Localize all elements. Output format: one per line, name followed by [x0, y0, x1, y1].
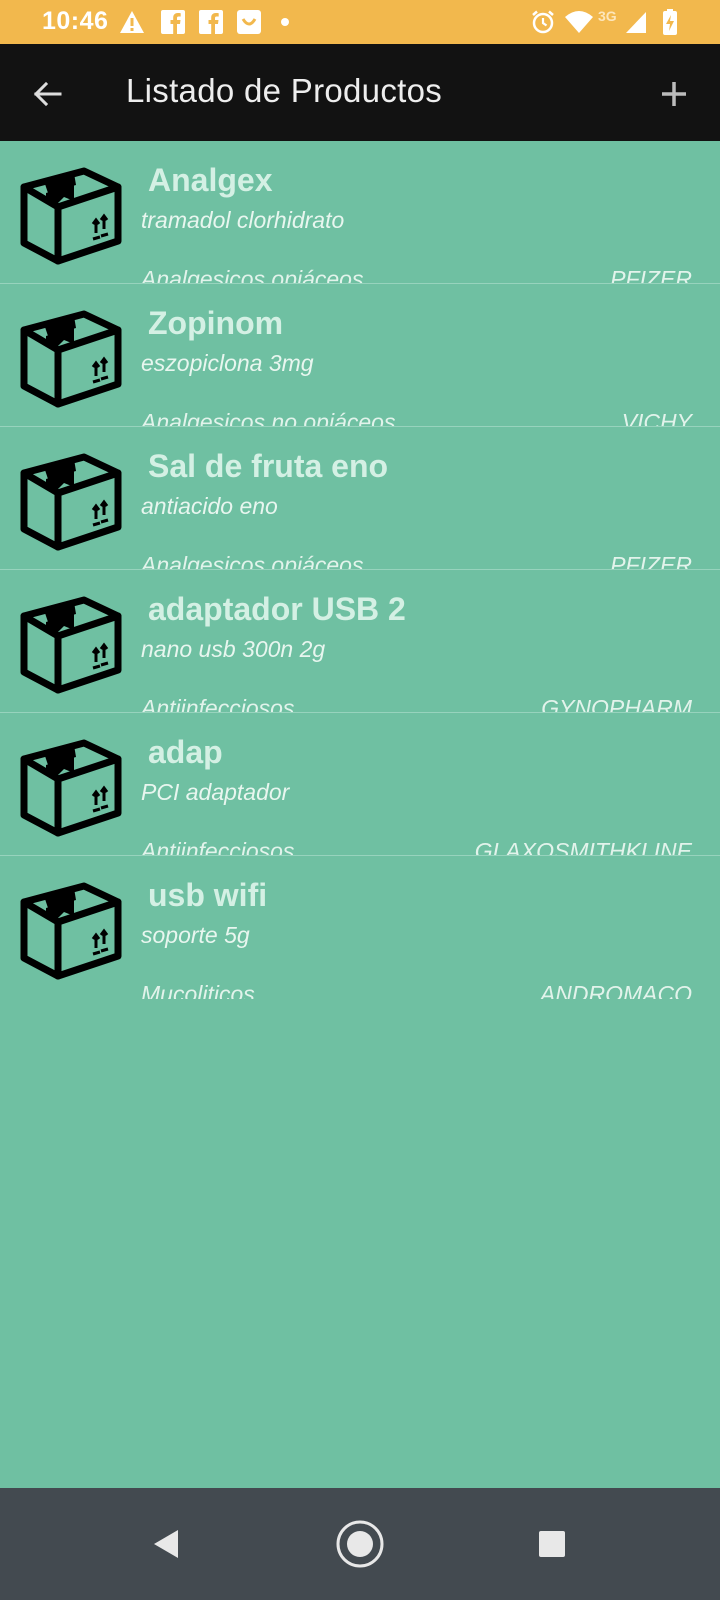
product-category: Analgesicos opiáceos [141, 266, 364, 284]
recents-square-icon[interactable] [524, 1516, 580, 1572]
package-box-icon [16, 443, 126, 553]
package-box-icon [16, 157, 126, 267]
package-box-icon [16, 586, 126, 696]
product-name: usb wifi [148, 877, 268, 913]
product-laboratory: PFIZER [610, 266, 692, 284]
product-list-item[interactable]: adap PCI adaptador Antiinfecciosos GLAXO… [0, 713, 720, 856]
product-list: Analgex tramadol clorhidrato Analgesicos… [0, 141, 720, 999]
home-circle-icon[interactable] [332, 1516, 388, 1572]
wifi-icon [565, 11, 593, 33]
page-title: Listado de Productos [126, 72, 443, 109]
product-laboratory: PFIZER [610, 552, 692, 570]
back-triangle-icon[interactable] [140, 1516, 196, 1572]
dot-icon [281, 18, 289, 26]
product-name: adap [148, 734, 223, 770]
product-laboratory: GLAXOSMITHKLINE [474, 838, 692, 856]
product-list-item[interactable]: Analgex tramadol clorhidrato Analgesicos… [0, 141, 720, 284]
product-category: Analgesicos no opiáceos [141, 409, 396, 427]
product-description: eszopiclona 3mg [141, 350, 314, 376]
product-list-item[interactable]: Zopinom eszopiclona 3mg Analgesicos no o… [0, 284, 720, 427]
alarm-icon [532, 10, 554, 34]
network-type-label: 3G [598, 8, 617, 24]
product-name: Analgex [148, 162, 273, 198]
arrow-left-icon[interactable] [26, 72, 70, 116]
product-description: soporte 5g [141, 922, 250, 948]
product-list-item[interactable]: usb wifi soporte 5g Mucoliticos ANDROMAC… [0, 856, 720, 999]
product-category: Antiinfecciosos [141, 695, 295, 713]
facebook-icon [199, 10, 223, 34]
package-box-icon [16, 300, 126, 410]
signal-icon [626, 12, 646, 33]
product-category: Antiinfecciosos [141, 838, 295, 856]
warning-icon [120, 11, 144, 33]
product-description: nano usb 300n 2g [141, 636, 326, 662]
product-description: PCI adaptador [141, 779, 290, 805]
package-box-icon [16, 729, 126, 839]
plus-icon[interactable] [652, 72, 696, 116]
status-time: 10:46 [42, 7, 109, 35]
smile-app-icon [237, 10, 261, 34]
product-laboratory: ANDROMACO [539, 981, 692, 999]
product-laboratory: GYNOPHARM [541, 695, 692, 713]
product-name: Zopinom [148, 305, 284, 341]
product-list-item[interactable]: adaptador USB 2 nano usb 300n 2g Antiinf… [0, 570, 720, 713]
product-category: Mucoliticos [141, 981, 255, 999]
facebook-icon [161, 10, 185, 34]
product-category: Analgesicos opiáceos [141, 552, 364, 570]
battery-charging-icon [663, 9, 677, 35]
product-description: tramadol clorhidrato [141, 207, 345, 233]
system-nav-bar [0, 1488, 720, 1600]
product-description: antiacido eno [141, 493, 278, 519]
product-list-item[interactable]: Sal de fruta eno antiacido eno Analgesic… [0, 427, 720, 570]
product-name: adaptador USB 2 [148, 591, 406, 627]
status-bar: 10:46 3G [0, 0, 720, 44]
app-bar: Listado de Productos [0, 44, 720, 141]
product-name: Sal de fruta eno [148, 448, 389, 484]
package-box-icon [16, 872, 126, 982]
product-laboratory: VICHY [621, 409, 692, 427]
